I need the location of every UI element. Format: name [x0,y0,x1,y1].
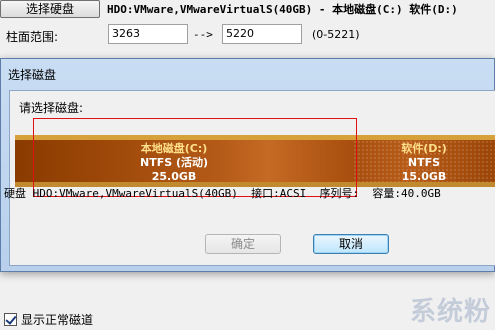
partition-d-name: 软件(D:) [401,142,447,155]
show-normal-tracks-label: 显示正常磁道 [21,313,94,327]
partition-d-top-stripe [353,135,495,140]
cylinder-start-input[interactable]: 3263 [108,24,188,44]
show-normal-tracks-row[interactable]: 显示正常磁道 [4,311,93,328]
range-arrow: --> [193,28,213,41]
partition-d[interactable]: 软件(D:) NTFS 15.0GB [353,135,495,187]
disk-capacity: 容量:40.0GB [372,187,441,200]
watermark-logo: 系统粉 [409,297,491,327]
partition-d-text: 软件(D:) NTFS 15.0GB [353,142,495,184]
disk-map-layer: 本地磁盘(C:) NTFS (活动) 25.0GB 软件(D:) NTFS 15… [0,58,495,272]
cylinder-end-input[interactable]: 5220 [222,24,302,44]
partition-c-name: 本地磁盘(C:) [140,142,208,155]
partition-c-fs: NTFS (活动) [139,156,209,169]
partition-d-size: 15.0GB [401,170,447,183]
current-disk-info: HDO:VMware,VMwareVirtualS(40GB) - 本地磁盘(C… [107,3,458,16]
select-disk-button[interactable]: 选择硬盘 [0,0,100,18]
disk-partition-map: 本地磁盘(C:) NTFS (活动) 25.0GB 软件(D:) NTFS 15… [15,135,495,187]
partition-c[interactable]: 本地磁盘(C:) NTFS (活动) 25.0GB [15,135,353,187]
partition-c-size: 25.0GB [151,170,197,183]
cancel-button[interactable]: 取消 [313,234,389,254]
show-normal-tracks-checkbox[interactable] [4,313,17,326]
disk-name: 硬盘 HDO:VMware,VMwareVirtualS(40GB) [4,187,238,200]
partition-d-fs: NTFS [407,156,441,169]
disk-interface: 接口:ACSI [251,187,307,200]
partition-c-top-stripe [15,135,353,140]
disk-serial: 序列号: [319,187,360,200]
partition-c-text: 本地磁盘(C:) NTFS (活动) 25.0GB [55,142,293,184]
disk-info-line: 硬盘 HDO:VMware,VMwareVirtualS(40GB) 接口:AC… [4,185,441,201]
cylinder-range-label: 柱面范围: [6,30,59,44]
ok-button[interactable]: 确定 [205,234,281,254]
cylinder-range-hint: (0-5221) [312,28,360,41]
